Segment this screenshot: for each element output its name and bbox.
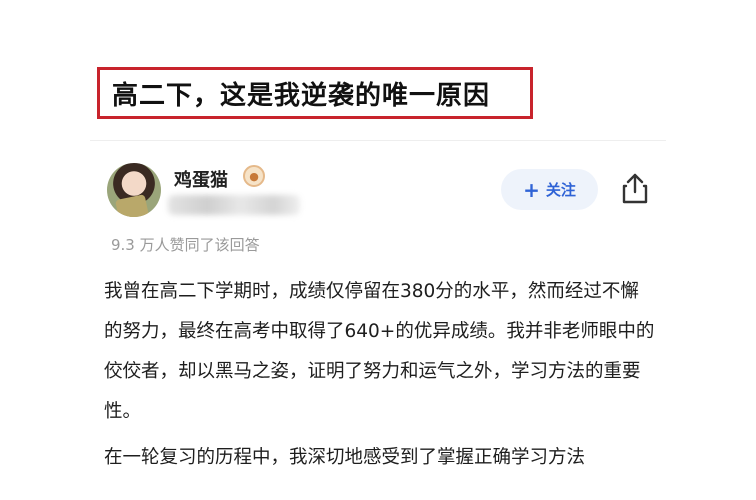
answer-paragraph: 我曾在高二下学期时，成绩仅停留在380分的水平，然而经过不懈的努力，最终在高考中…	[104, 281, 655, 422]
avatar[interactable]	[107, 163, 161, 217]
author-name[interactable]: 鸡蛋猫	[174, 166, 228, 192]
headline-box: 高二下，这是我逆袭的唯一原因	[97, 67, 533, 119]
answer-body: 我曾在高二下学期时，成绩仅停留在380分的水平，然而经过不懈的努力，最终在高考中…	[104, 272, 656, 484]
answer-paragraph: 在一轮复习的历程中，我深切地感受到了掌握正确学习方法	[104, 447, 586, 468]
likes-count: 9.3 万人赞同了该回答	[111, 236, 260, 254]
medal-icon: ●	[243, 165, 265, 187]
follow-label: 关注	[545, 181, 576, 199]
follow-button[interactable]: + 关注	[501, 169, 598, 210]
plus-icon: +	[523, 177, 540, 202]
header-divider	[90, 140, 666, 141]
headline-title: 高二下，这是我逆袭的唯一原因	[112, 80, 491, 111]
blurred-author-bio	[168, 195, 300, 215]
share-icon[interactable]	[620, 172, 650, 206]
